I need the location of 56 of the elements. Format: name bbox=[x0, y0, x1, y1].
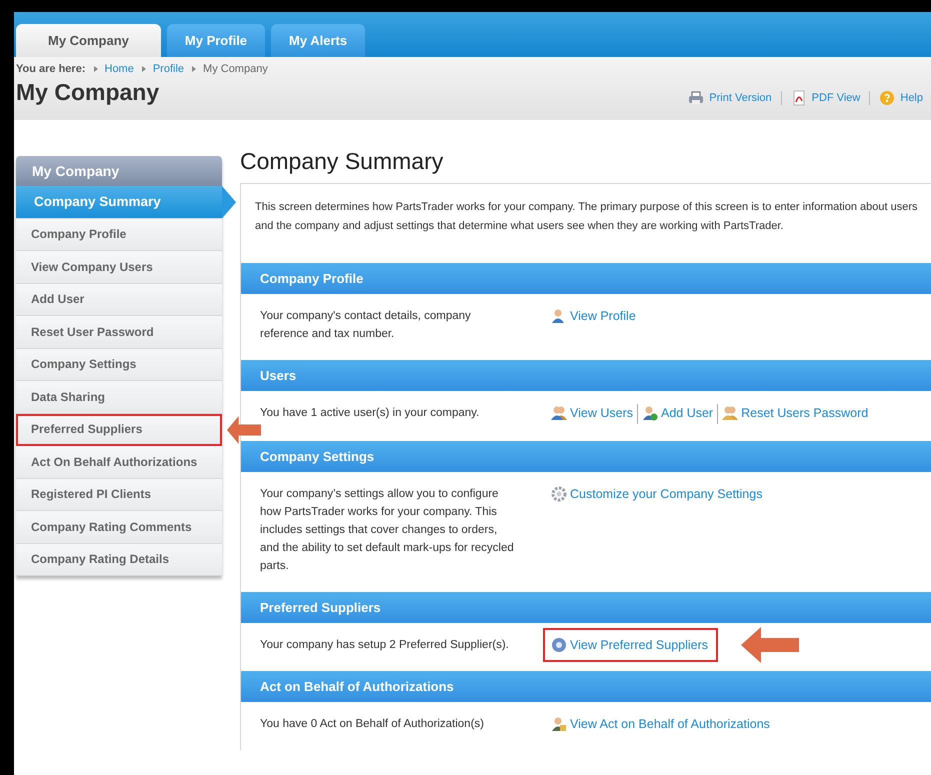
page-title: My Company bbox=[16, 79, 160, 106]
section-header: Users bbox=[241, 360, 931, 391]
selection-pointer-icon bbox=[222, 186, 236, 218]
section-description: Your company has setup 2 Preferred Supplier(s). bbox=[260, 638, 510, 653]
sidebar-item[interactable]: Act On Behalf Authorizations bbox=[16, 446, 222, 478]
pointer-arrow bbox=[227, 416, 261, 444]
breadcrumb-current: My Company bbox=[203, 63, 268, 75]
tab[interactable]: My Alerts bbox=[271, 24, 366, 57]
breadcrumb-separator-icon bbox=[192, 66, 196, 72]
section-link[interactable]: View Profile bbox=[551, 307, 636, 325]
section-link[interactable]: View Users bbox=[551, 404, 633, 422]
breadcrumb-link[interactable]: Profile bbox=[152, 63, 184, 75]
pointer-arrow bbox=[741, 627, 799, 663]
sidebar-item[interactable]: Company Rating Details bbox=[16, 544, 222, 576]
sidebar-item[interactable]: Reset User Password bbox=[16, 316, 222, 348]
pdf-icon bbox=[790, 90, 807, 106]
sidebar-item[interactable]: View Company Users bbox=[16, 251, 222, 284]
toolbar-link[interactable]: Print Version bbox=[688, 90, 772, 106]
sidebar-header: My Company bbox=[16, 156, 222, 186]
section-header: Company Settings bbox=[241, 441, 931, 472]
gear-icon bbox=[551, 486, 567, 502]
section-header: Act on Behalf of Authorizations bbox=[241, 671, 931, 702]
sidebar-item[interactable]: Data Sharing bbox=[16, 381, 222, 414]
sidebar-item[interactable]: Add User bbox=[16, 284, 222, 316]
section-header: Preferred Suppliers bbox=[241, 592, 931, 623]
section-description: Your company’s settings allow you to configure how PartsTrader works for your company. This includes settings that cover changes to orders, and the ability to set default mark-ups for recycled parts. bbox=[260, 487, 515, 574]
tab[interactable]: My Company bbox=[16, 24, 161, 57]
printer-icon bbox=[688, 90, 704, 106]
help-icon bbox=[879, 90, 896, 106]
toolbar-link[interactable]: PDF View bbox=[790, 90, 860, 106]
toolbar-link[interactable]: Help bbox=[879, 90, 923, 106]
section-description: You have 1 active user(s) in your company. bbox=[260, 406, 480, 421]
breadcrumb-separator-icon bbox=[142, 66, 146, 72]
section-link[interactable]: Add User bbox=[642, 404, 714, 422]
section-link[interactable]: View Act on Behalf of Authorizations bbox=[551, 715, 770, 733]
breadcrumb-separator-icon bbox=[94, 66, 98, 72]
sidebar-item[interactable]: Company Settings bbox=[16, 348, 222, 381]
sidebar-item[interactable]: Company Profile bbox=[16, 218, 222, 251]
content-title: Company Summary bbox=[240, 148, 444, 175]
sidebar-item[interactable]: Company Rating Comments bbox=[16, 511, 222, 544]
tab[interactable]: My Profile bbox=[166, 24, 266, 57]
person-badge-icon bbox=[551, 716, 567, 732]
person-icon bbox=[551, 308, 567, 324]
intro-text: This screen determines how PartsTrader works for your company. The primary purpose of this screen is to enter information about users and the company and adjust settings that determine what users see when they are working with PartsTrader. bbox=[254, 200, 919, 234]
section-header: Company Profile bbox=[241, 263, 931, 294]
breadcrumb-link[interactable]: Home bbox=[104, 63, 134, 75]
section-link[interactable]: Reset Users Password bbox=[722, 404, 868, 422]
section-link[interactable]: View Preferred Suppliers bbox=[551, 636, 710, 654]
users-key-icon bbox=[722, 405, 738, 421]
section-description: You have 0 Act on Behalf of Authorization(s) bbox=[260, 717, 485, 732]
users-icon bbox=[551, 405, 567, 421]
section-description: Your company's contact details, company reference and tax number. bbox=[260, 309, 472, 342]
add-user-icon bbox=[642, 405, 658, 421]
section-link[interactable]: Customize your Company Settings bbox=[551, 485, 762, 503]
sidebar-item[interactable]: Registered PI Clients bbox=[16, 478, 222, 511]
breadcrumb-label: You are here: bbox=[16, 63, 86, 75]
